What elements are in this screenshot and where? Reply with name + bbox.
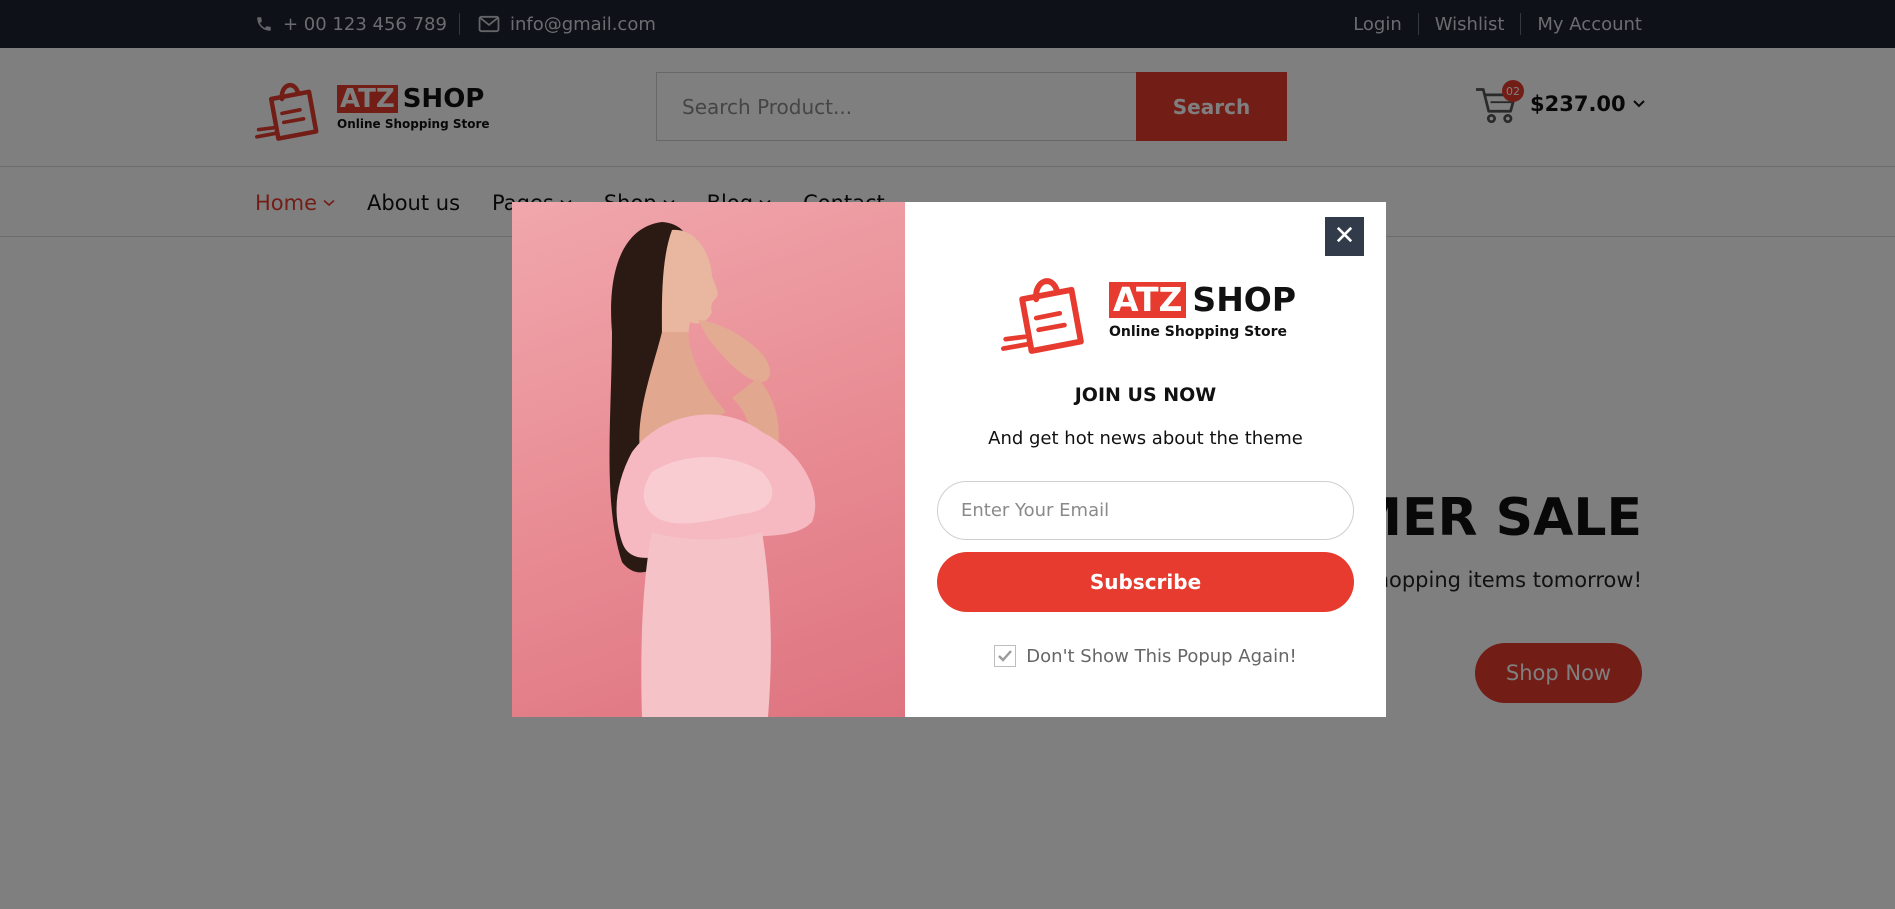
brand-tagline: Online Shopping Store — [1109, 324, 1287, 340]
checkmark-icon — [998, 650, 1013, 662]
subscribe-button[interactable]: Subscribe — [937, 552, 1354, 612]
newsletter-email-field[interactable] — [937, 481, 1354, 540]
close-icon[interactable]: ✕ — [1325, 217, 1364, 256]
dont-show-again-option[interactable]: Don't Show This Popup Again! — [905, 645, 1386, 667]
model-photo-illustration — [609, 222, 816, 717]
dont-show-checkbox[interactable] — [994, 645, 1017, 667]
dont-show-label: Don't Show This Popup Again! — [1026, 645, 1297, 667]
popup-subheading: And get hot news about the theme — [988, 428, 1303, 449]
popup-heading: JOIN US NOW — [1074, 384, 1217, 406]
popup-logo: ATZ SHOP Online Shopping Store — [1001, 264, 1296, 358]
brand-highlight: ATZ — [1109, 282, 1187, 318]
popup-content: ✕ ATZ SHOP Online Shopping Store JOIN US… — [905, 202, 1386, 717]
brand-name: SHOP — [1192, 280, 1297, 319]
newsletter-popup: ✕ ATZ SHOP Online Shopping Store JOIN US… — [512, 202, 1386, 717]
shopping-bag-logo-icon — [1001, 278, 1084, 354]
popup-model-image — [512, 202, 905, 717]
